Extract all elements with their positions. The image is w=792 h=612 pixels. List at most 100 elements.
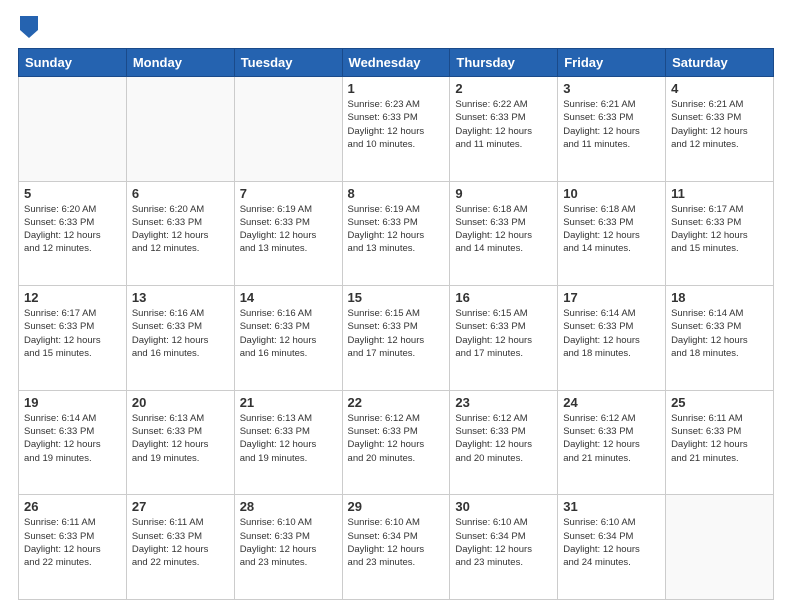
weekday-header-sunday: Sunday bbox=[19, 49, 127, 77]
day-cell: 28 Sunrise: 6:10 AM Sunset: 6:33 PM Dayli… bbox=[234, 495, 342, 600]
day-number: 4 bbox=[671, 81, 768, 96]
day-cell: 21 Sunrise: 6:13 AM Sunset: 6:33 PM Dayli… bbox=[234, 390, 342, 495]
weekday-header-wednesday: Wednesday bbox=[342, 49, 450, 77]
day-cell: 14 Sunrise: 6:16 AM Sunset: 6:33 PM Dayli… bbox=[234, 286, 342, 391]
week-row-4: 19 Sunrise: 6:14 AM Sunset: 6:33 PM Dayli… bbox=[19, 390, 774, 495]
day-number: 30 bbox=[455, 499, 552, 514]
day-number: 15 bbox=[348, 290, 445, 305]
day-cell: 15 Sunrise: 6:15 AM Sunset: 6:33 PM Dayli… bbox=[342, 286, 450, 391]
header bbox=[18, 18, 774, 38]
day-number: 19 bbox=[24, 395, 121, 410]
weekday-header-row: SundayMondayTuesdayWednesdayThursdayFrid… bbox=[19, 49, 774, 77]
day-number: 6 bbox=[132, 186, 229, 201]
weekday-header-tuesday: Tuesday bbox=[234, 49, 342, 77]
day-info: Sunrise: 6:20 AM Sunset: 6:33 PM Dayligh… bbox=[132, 203, 229, 256]
week-row-1: 1 Sunrise: 6:23 AM Sunset: 6:33 PM Daylig… bbox=[19, 77, 774, 182]
day-cell: 25 Sunrise: 6:11 AM Sunset: 6:33 PM Dayli… bbox=[666, 390, 774, 495]
day-cell: 22 Sunrise: 6:12 AM Sunset: 6:33 PM Dayli… bbox=[342, 390, 450, 495]
day-cell bbox=[234, 77, 342, 182]
day-number: 9 bbox=[455, 186, 552, 201]
day-cell: 20 Sunrise: 6:13 AM Sunset: 6:33 PM Dayli… bbox=[126, 390, 234, 495]
day-info: Sunrise: 6:13 AM Sunset: 6:33 PM Dayligh… bbox=[240, 412, 337, 465]
day-number: 7 bbox=[240, 186, 337, 201]
day-info: Sunrise: 6:18 AM Sunset: 6:33 PM Dayligh… bbox=[455, 203, 552, 256]
day-info: Sunrise: 6:10 AM Sunset: 6:34 PM Dayligh… bbox=[455, 516, 552, 569]
day-number: 23 bbox=[455, 395, 552, 410]
week-row-2: 5 Sunrise: 6:20 AM Sunset: 6:33 PM Daylig… bbox=[19, 181, 774, 286]
day-cell: 11 Sunrise: 6:17 AM Sunset: 6:33 PM Dayli… bbox=[666, 181, 774, 286]
logo bbox=[18, 18, 38, 38]
day-number: 3 bbox=[563, 81, 660, 96]
calendar-table: SundayMondayTuesdayWednesdayThursdayFrid… bbox=[18, 48, 774, 600]
weekday-header-monday: Monday bbox=[126, 49, 234, 77]
day-number: 27 bbox=[132, 499, 229, 514]
day-info: Sunrise: 6:11 AM Sunset: 6:33 PM Dayligh… bbox=[671, 412, 768, 465]
day-number: 12 bbox=[24, 290, 121, 305]
day-cell: 10 Sunrise: 6:18 AM Sunset: 6:33 PM Dayli… bbox=[558, 181, 666, 286]
day-info: Sunrise: 6:13 AM Sunset: 6:33 PM Dayligh… bbox=[132, 412, 229, 465]
day-info: Sunrise: 6:15 AM Sunset: 6:33 PM Dayligh… bbox=[455, 307, 552, 360]
day-info: Sunrise: 6:15 AM Sunset: 6:33 PM Dayligh… bbox=[348, 307, 445, 360]
day-info: Sunrise: 6:19 AM Sunset: 6:33 PM Dayligh… bbox=[348, 203, 445, 256]
day-number: 25 bbox=[671, 395, 768, 410]
day-cell: 5 Sunrise: 6:20 AM Sunset: 6:33 PM Daylig… bbox=[19, 181, 127, 286]
day-cell: 31 Sunrise: 6:10 AM Sunset: 6:34 PM Dayli… bbox=[558, 495, 666, 600]
weekday-header-thursday: Thursday bbox=[450, 49, 558, 77]
day-number: 1 bbox=[348, 81, 445, 96]
day-number: 5 bbox=[24, 186, 121, 201]
day-cell: 16 Sunrise: 6:15 AM Sunset: 6:33 PM Dayli… bbox=[450, 286, 558, 391]
week-row-3: 12 Sunrise: 6:17 AM Sunset: 6:33 PM Dayli… bbox=[19, 286, 774, 391]
day-info: Sunrise: 6:14 AM Sunset: 6:33 PM Dayligh… bbox=[24, 412, 121, 465]
day-cell: 18Sunrise: 6:14 AM Sunset: 6:33 PM Dayli… bbox=[666, 286, 774, 391]
day-cell: 19 Sunrise: 6:14 AM Sunset: 6:33 PM Dayli… bbox=[19, 390, 127, 495]
day-info: Sunrise: 6:22 AM Sunset: 6:33 PM Dayligh… bbox=[455, 98, 552, 151]
day-cell: 4 Sunrise: 6:21 AM Sunset: 6:33 PM Daylig… bbox=[666, 77, 774, 182]
day-cell bbox=[19, 77, 127, 182]
day-cell: 27 Sunrise: 6:11 AM Sunset: 6:33 PM Dayli… bbox=[126, 495, 234, 600]
day-cell: 9 Sunrise: 6:18 AM Sunset: 6:33 PM Daylig… bbox=[450, 181, 558, 286]
day-cell: 12 Sunrise: 6:17 AM Sunset: 6:33 PM Dayli… bbox=[19, 286, 127, 391]
day-number: 21 bbox=[240, 395, 337, 410]
day-number: 20 bbox=[132, 395, 229, 410]
day-cell: 17 Sunrise: 6:14 AM Sunset: 6:33 PM Dayli… bbox=[558, 286, 666, 391]
day-info: Sunrise: 6:21 AM Sunset: 6:33 PM Dayligh… bbox=[671, 98, 768, 151]
day-cell: 1 Sunrise: 6:23 AM Sunset: 6:33 PM Daylig… bbox=[342, 77, 450, 182]
day-cell: 23Sunrise: 6:12 AM Sunset: 6:33 PM Dayli… bbox=[450, 390, 558, 495]
day-info: Sunrise: 6:10 AM Sunset: 6:34 PM Dayligh… bbox=[348, 516, 445, 569]
day-number: 18 bbox=[671, 290, 768, 305]
day-info: Sunrise: 6:16 AM Sunset: 6:33 PM Dayligh… bbox=[240, 307, 337, 360]
day-cell: 2Sunrise: 6:22 AM Sunset: 6:33 PM Daylig… bbox=[450, 77, 558, 182]
day-cell: 26Sunrise: 6:11 AM Sunset: 6:33 PM Dayli… bbox=[19, 495, 127, 600]
day-number: 10 bbox=[563, 186, 660, 201]
day-number: 28 bbox=[240, 499, 337, 514]
logo-icon bbox=[20, 16, 38, 38]
day-cell bbox=[666, 495, 774, 600]
day-info: Sunrise: 6:19 AM Sunset: 6:33 PM Dayligh… bbox=[240, 203, 337, 256]
day-cell: 24Sunrise: 6:12 AM Sunset: 6:33 PM Dayli… bbox=[558, 390, 666, 495]
day-number: 16 bbox=[455, 290, 552, 305]
day-info: Sunrise: 6:14 AM Sunset: 6:33 PM Dayligh… bbox=[563, 307, 660, 360]
day-info: Sunrise: 6:10 AM Sunset: 6:33 PM Dayligh… bbox=[240, 516, 337, 569]
day-info: Sunrise: 6:18 AM Sunset: 6:33 PM Dayligh… bbox=[563, 203, 660, 256]
day-cell: 29 Sunrise: 6:10 AM Sunset: 6:34 PM Dayli… bbox=[342, 495, 450, 600]
day-number: 29 bbox=[348, 499, 445, 514]
day-number: 24 bbox=[563, 395, 660, 410]
day-number: 17 bbox=[563, 290, 660, 305]
day-number: 14 bbox=[240, 290, 337, 305]
day-info: Sunrise: 6:11 AM Sunset: 6:33 PM Dayligh… bbox=[132, 516, 229, 569]
day-info: Sunrise: 6:20 AM Sunset: 6:33 PM Dayligh… bbox=[24, 203, 121, 256]
day-info: Sunrise: 6:23 AM Sunset: 6:33 PM Dayligh… bbox=[348, 98, 445, 151]
day-info: Sunrise: 6:17 AM Sunset: 6:33 PM Dayligh… bbox=[671, 203, 768, 256]
day-number: 13 bbox=[132, 290, 229, 305]
day-cell: 3Sunrise: 6:21 AM Sunset: 6:33 PM Daylig… bbox=[558, 77, 666, 182]
day-info: Sunrise: 6:17 AM Sunset: 6:33 PM Dayligh… bbox=[24, 307, 121, 360]
day-number: 11 bbox=[671, 186, 768, 201]
page: SundayMondayTuesdayWednesdayThursdayFrid… bbox=[0, 0, 792, 612]
day-number: 31 bbox=[563, 499, 660, 514]
day-cell: 7 Sunrise: 6:19 AM Sunset: 6:33 PM Daylig… bbox=[234, 181, 342, 286]
day-number: 22 bbox=[348, 395, 445, 410]
day-number: 26 bbox=[24, 499, 121, 514]
day-cell: 8Sunrise: 6:19 AM Sunset: 6:33 PM Daylig… bbox=[342, 181, 450, 286]
day-info: Sunrise: 6:10 AM Sunset: 6:34 PM Dayligh… bbox=[563, 516, 660, 569]
day-info: Sunrise: 6:12 AM Sunset: 6:33 PM Dayligh… bbox=[348, 412, 445, 465]
